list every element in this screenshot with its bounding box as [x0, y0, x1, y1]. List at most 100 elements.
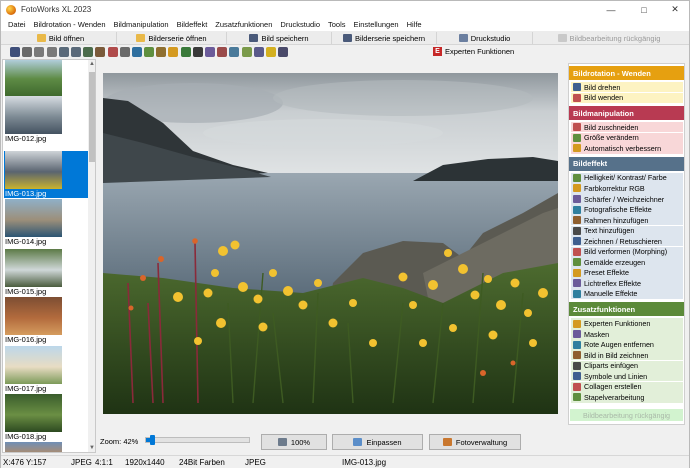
menu-bildmanipulation[interactable]: Bildmanipulation	[110, 20, 173, 29]
close-icon[interactable]: ✕	[660, 1, 690, 18]
mirror-tool-icon[interactable]	[70, 46, 81, 57]
effects-tool-icon[interactable]	[180, 46, 191, 57]
panel-item[interactable]: Lichtreflex Effekte	[571, 278, 683, 289]
panel-item[interactable]: Rahmen hinzufügen	[571, 214, 683, 226]
scrollbar-thumb[interactable]	[89, 72, 95, 162]
panel-item[interactable]: Manuelle Effekte	[571, 288, 683, 300]
panel-item[interactable]: Masken	[571, 328, 683, 340]
panel-item[interactable]: Größe verändern	[571, 132, 683, 144]
picture-in-picture-icon	[573, 351, 581, 360]
panel-item[interactable]: Preset Effekte	[571, 267, 683, 279]
panel-item[interactable]: Collagen erstellen	[571, 381, 683, 393]
panel-item[interactable]: Fotografische Effekte	[571, 204, 683, 215]
zoom-slider[interactable]	[145, 435, 250, 445]
brush-tool-icon[interactable]	[156, 46, 167, 57]
thumbnail-list[interactable]: ▲ ▼ IMG-012.jpg IMG-013.jpg IMG-014.jpg IMG…	[2, 59, 96, 453]
zoom-slider-knob[interactable]	[150, 435, 155, 445]
panel-section-header[interactable]: Bildmanipulation	[569, 106, 684, 121]
zoom-100-button[interactable]: 100%	[261, 434, 327, 450]
menu-bildeffekt[interactable]: Bildeffekt	[173, 20, 212, 29]
menu-datei[interactable]: Datei	[4, 20, 30, 29]
print-tool-icon[interactable]	[278, 46, 289, 57]
photo-effects-icon	[573, 205, 581, 214]
color-tool-icon[interactable]	[131, 46, 142, 57]
panel-item[interactable]: Bild zuschneiden	[571, 122, 683, 133]
fit-button[interactable]: Einpassen	[332, 434, 423, 450]
scroll-down-icon[interactable]: ▼	[88, 444, 95, 452]
minimize-icon[interactable]: —	[596, 1, 626, 18]
red-tool-icon[interactable]	[107, 46, 118, 57]
panel-item[interactable]: Zeichnen / Retuschieren	[571, 236, 683, 247]
text-icon	[573, 226, 581, 235]
panel-item[interactable]: Experten Funktionen	[571, 318, 683, 329]
save-series-button[interactable]: Bilderserie speichern	[332, 32, 437, 44]
manual-effects-icon	[573, 289, 581, 298]
menu-hilfe[interactable]: Hilfe	[403, 20, 426, 29]
save-image-button[interactable]: Bild speichern	[227, 32, 332, 44]
crop-tool-icon[interactable]	[22, 46, 33, 57]
fullsize-icon	[277, 438, 287, 446]
sharpen-tool-icon[interactable]	[144, 46, 155, 57]
menu-druckstudio[interactable]: Druckstudio	[276, 20, 324, 29]
menu-tools[interactable]: Tools	[324, 20, 350, 29]
thumbnail-item[interactable]: IMG-018.jpg	[4, 394, 88, 441]
undo-edit-button[interactable]: Bildbearbeitung rückgängig	[533, 32, 685, 44]
thumbnail-item[interactable]: IMG-014.jpg	[4, 199, 88, 246]
panel-item[interactable]: Symbole und Linien	[571, 371, 683, 382]
panel-item[interactable]: Bild verformen (Morphing)	[571, 246, 683, 257]
thumbnail-item[interactable]: IMG-012.jpg	[4, 96, 88, 143]
flip-tool-icon[interactable]	[58, 46, 69, 57]
adjust-tool-icon[interactable]	[119, 46, 130, 57]
panel-item[interactable]: Bild drehen	[571, 82, 683, 93]
panel-section-header[interactable]: Bildeffekt	[569, 156, 684, 171]
menu-bildrotation[interactable]: Bildrotation - Wenden	[30, 20, 110, 29]
maximize-icon[interactable]: □	[629, 1, 659, 18]
thumbnail-item[interactable]: IMG-017.jpg	[4, 346, 88, 393]
frame-tool-icon[interactable]	[95, 46, 106, 57]
expert-functions-button[interactable]: E Experten Funktionen	[433, 46, 514, 57]
scroll-up-icon[interactable]: ▲	[88, 60, 95, 68]
thumbnail-label: IMG-017.jpg	[5, 384, 47, 393]
menu-einstellungen[interactable]: Einstellungen	[350, 20, 403, 29]
panel-item[interactable]: Gemälde erzeugen	[571, 257, 683, 268]
collage-tool-icon[interactable]	[241, 46, 252, 57]
panel-item[interactable]: Schärfer / Weichzeichner	[571, 193, 683, 205]
photo-manager-button[interactable]: Fotoverwaltung	[429, 434, 521, 450]
panel-item[interactable]: Stapelverarbeitung	[571, 392, 683, 403]
panel-section-header[interactable]: Zusatzfunktionen	[569, 302, 684, 317]
print-studio-button[interactable]: Druckstudio	[437, 32, 533, 44]
thumbnail-item[interactable]: IMG-013.jpg	[4, 151, 88, 198]
thumbnail-item[interactable]: IMG-016.jpg	[4, 297, 88, 344]
panel-item[interactable]: Rote Augen entfernen	[571, 339, 683, 350]
panel-item[interactable]: Helligkeit/ Kontrast/ Farbe	[571, 172, 683, 184]
open-image-button[interactable]: Bild öffnen	[5, 32, 117, 44]
thumbnail-item[interactable]: IMG-015.jpg	[4, 249, 88, 296]
resize-tool-icon[interactable]	[83, 46, 94, 57]
panel-item[interactable]: Farbkorrektur RGB	[571, 183, 683, 194]
morph-tool-icon[interactable]	[205, 46, 215, 57]
star-tool-icon[interactable]	[265, 46, 276, 57]
open-series-button[interactable]: Bilderserie öffnen	[117, 32, 227, 44]
batch-tool-icon[interactable]	[253, 46, 264, 57]
panel-item[interactable]: Bild wenden	[571, 92, 683, 103]
pencil-tool-icon[interactable]	[168, 46, 179, 57]
menu-zusatzfunktionen[interactable]: Zusatzfunktionen	[211, 20, 276, 29]
thumbnail-item[interactable]: IMG-019.jpg	[4, 442, 88, 452]
panel-item[interactable]: Automatisch verbessern	[571, 143, 683, 154]
thumbnail-scrollbar[interactable]: ▲ ▼	[88, 60, 95, 452]
save-tool-icon[interactable]	[10, 46, 20, 57]
undo-icon	[557, 34, 567, 42]
resize-icon	[573, 133, 581, 142]
rotate-left-tool-icon[interactable]	[34, 46, 45, 57]
panel-undo-button[interactable]: Bildbearbeitung rückgängig	[570, 409, 683, 421]
main-photo[interactable]	[103, 73, 558, 414]
panel-item[interactable]: Cliparts einfügen	[571, 360, 683, 371]
redeye-tool-icon[interactable]	[217, 46, 228, 57]
panel-section-header[interactable]: Bildrotation - Wenden	[569, 66, 684, 80]
text-tool-icon[interactable]	[192, 46, 203, 57]
panel-item[interactable]: Bild in Bild zeichnen	[571, 350, 683, 361]
panel-item[interactable]: Text hinzufügen	[571, 225, 683, 236]
mask-tool-icon[interactable]	[229, 46, 240, 57]
thumbnail-image	[5, 199, 62, 237]
rotate-right-tool-icon[interactable]	[46, 46, 57, 57]
